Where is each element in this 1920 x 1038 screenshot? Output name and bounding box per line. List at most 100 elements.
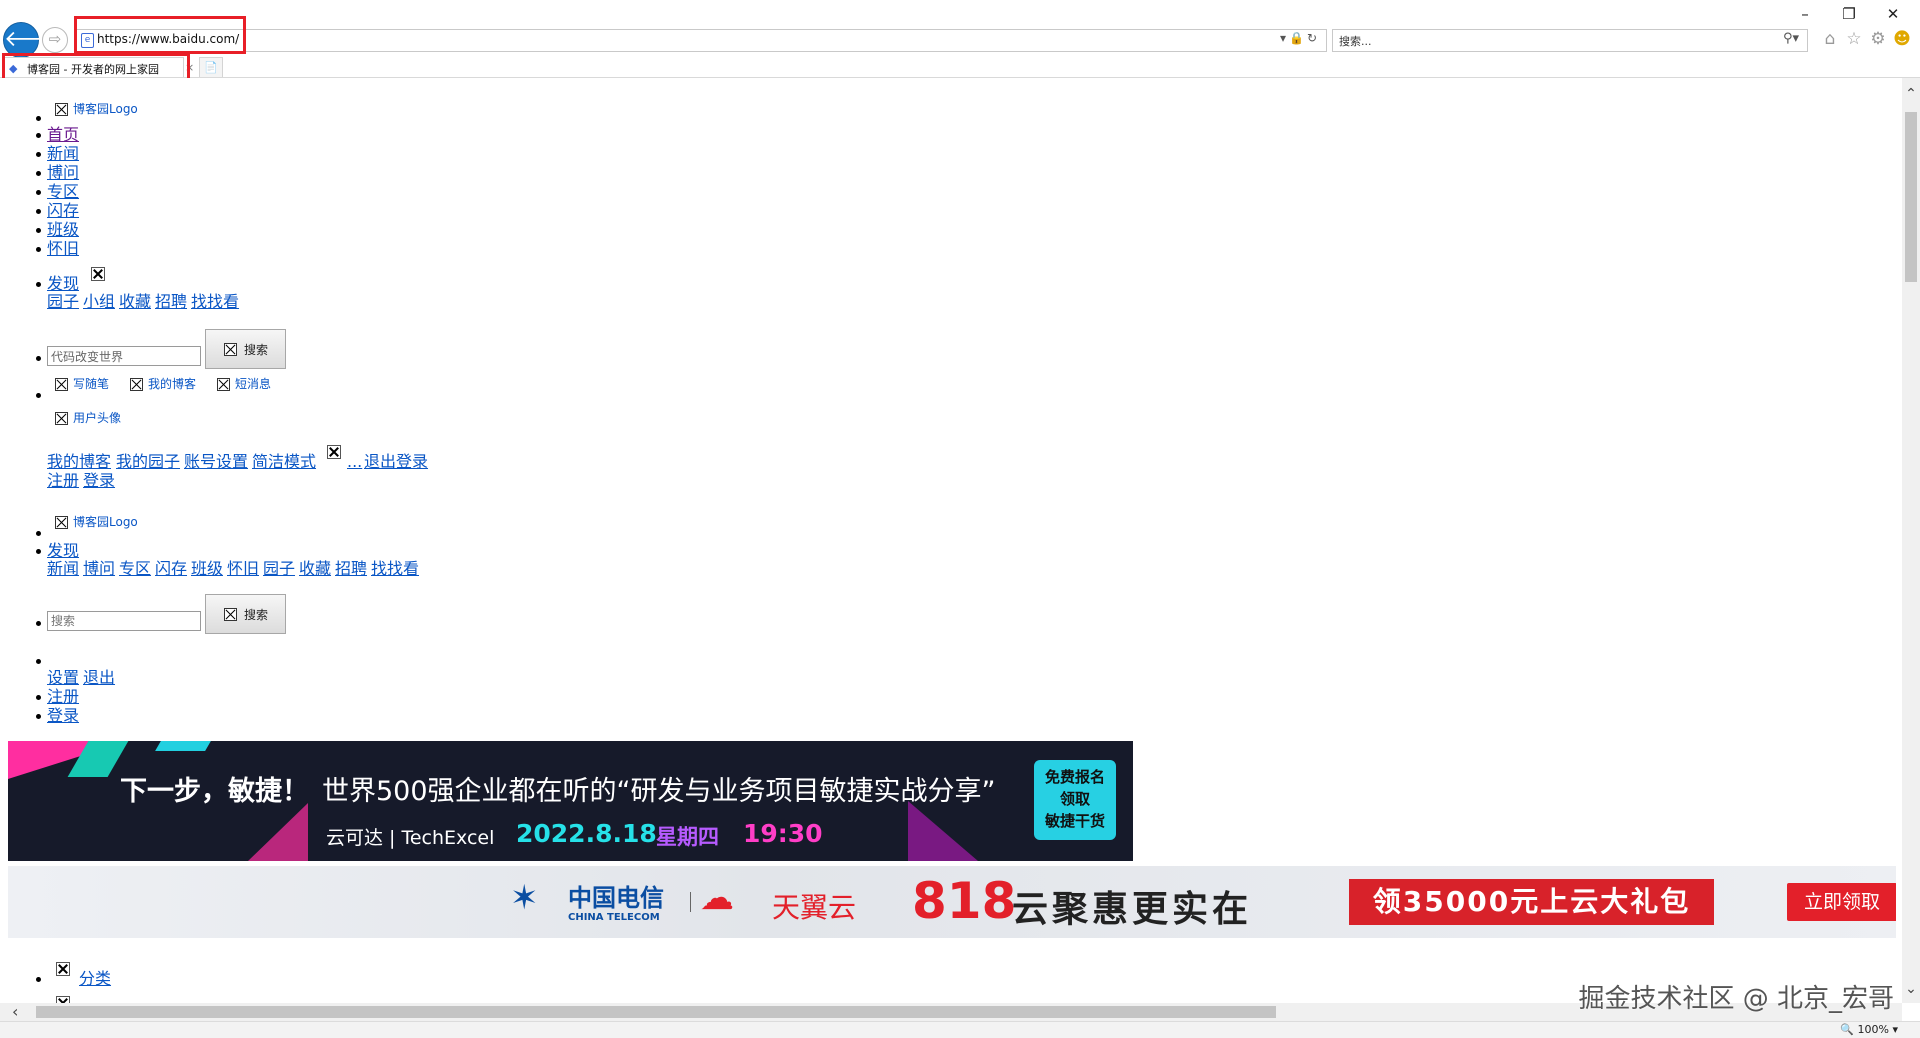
new-tab-icon: 📄	[204, 61, 218, 74]
scroll-up-icon[interactable]: ⌃	[1902, 86, 1920, 102]
banner-title: 下一步，敏捷！	[120, 776, 309, 807]
ad-banner-telecom[interactable]: ✶ 中国电信 CHINA TELECOM ☁ 天翼云 818 云聚惠更实在 领3…	[8, 866, 1896, 938]
user-menu-simple-mode[interactable]: 简洁模式	[252, 452, 316, 471]
user-menu-my-blog[interactable]: 我的博客	[47, 452, 111, 471]
smiley-feedback-icon[interactable]: ☻	[1892, 28, 1912, 50]
tianyi-cloud-logo-icon: ☁	[700, 878, 734, 918]
nav2-discover[interactable]: 发现	[47, 541, 79, 560]
site-search-button[interactable]: 搜索	[205, 329, 286, 369]
new-tab-button[interactable]: 📄	[199, 57, 223, 79]
list-bullet	[36, 282, 41, 287]
settings-link[interactable]: 设置	[47, 668, 79, 687]
browser-search-placeholder[interactable]: 搜索...	[1339, 33, 1372, 49]
nav2-sub-qa[interactable]: 博问	[83, 559, 115, 578]
list-bullet	[36, 549, 41, 554]
list-bullet	[36, 228, 41, 233]
broken-image-icon	[55, 412, 68, 425]
list-bullet	[36, 152, 41, 157]
discover-sub-group[interactable]: 小组	[83, 292, 115, 311]
logo-alt-text: 博客园Logo	[73, 102, 138, 116]
list-bullet	[36, 190, 41, 195]
logo-image-broken-2[interactable]: 博客园Logo	[55, 513, 138, 530]
short-message-link[interactable]: 短消息	[217, 375, 271, 392]
china-telecom-name: 中国电信	[568, 884, 664, 912]
vertical-scrollbar[interactable]: ⌃ ⌄	[1902, 78, 1920, 1003]
home-icon[interactable]: ⌂	[1820, 28, 1840, 50]
horizontal-scroll-thumb[interactable]	[36, 1006, 1276, 1018]
browser-search-box[interactable]: 搜索... ⚲▾	[1332, 29, 1808, 52]
china-telecom-logo-icon: ✶	[510, 878, 539, 918]
site-search-input[interactable]	[47, 346, 201, 366]
refresh-icon[interactable]: ↻	[1307, 31, 1320, 45]
login-link-2[interactable]: 登录	[47, 706, 79, 725]
nav-item-class[interactable]: 班级	[47, 220, 79, 239]
logout-dots[interactable]: ...	[347, 452, 362, 471]
list-bullet	[36, 714, 41, 719]
discover-sub-favorites[interactable]: 收藏	[119, 292, 151, 311]
nav-discover[interactable]: 发现	[47, 274, 79, 293]
user-avatar-link[interactable]: 用户头像	[55, 409, 121, 426]
favorites-star-icon[interactable]: ☆	[1844, 28, 1864, 50]
my-blog-link[interactable]: 我的博客	[130, 375, 196, 392]
short-message-label: 短消息	[235, 377, 272, 391]
scroll-down-icon[interactable]: ⌄	[1902, 981, 1920, 997]
user-menu-account-settings[interactable]: 账号设置	[184, 452, 248, 471]
user-menu-my-garden[interactable]: 我的园子	[116, 452, 180, 471]
nav2-sub-class[interactable]: 班级	[191, 559, 223, 578]
nav2-sub-news[interactable]: 新闻	[47, 559, 79, 578]
minimize-button[interactable]: –	[1788, 4, 1822, 24]
nav2-sub-favorites[interactable]: 收藏	[299, 559, 331, 578]
vertical-scroll-thumb[interactable]	[1905, 112, 1917, 282]
list-bullet	[36, 393, 41, 398]
promo-slogan: 云聚惠更实在	[1012, 889, 1253, 930]
discover-sub-jobs[interactable]: 招聘	[155, 292, 187, 311]
close-window-button[interactable]: ✕	[1876, 4, 1910, 24]
search-icon[interactable]: ⚲▾	[1783, 31, 1799, 46]
list-bullet	[36, 247, 41, 252]
forward-button[interactable]: ⇨	[42, 27, 68, 53]
list-bullet	[36, 621, 41, 626]
broken-image-icon	[56, 996, 70, 1003]
banner-decoration	[155, 741, 211, 751]
discover-sub-search[interactable]: 找找看	[191, 292, 239, 311]
nav2-sub-zone[interactable]: 专区	[119, 559, 151, 578]
nav-item-home[interactable]: 首页	[47, 125, 79, 144]
address-tools: ▾🔒↻	[1280, 31, 1320, 45]
list-bullet	[36, 209, 41, 214]
broken-image-icon	[224, 608, 237, 621]
restore-button[interactable]: ❐	[1832, 4, 1866, 24]
logout-link[interactable]: 退出登录	[364, 452, 428, 471]
site-search-input-2[interactable]	[47, 611, 201, 631]
site-search-button-2[interactable]: 搜索	[205, 594, 286, 634]
scroll-left-icon[interactable]: ‹	[12, 1003, 18, 1021]
logout-link-2[interactable]: 退出	[83, 668, 115, 687]
claim-now-button[interactable]: 立即领取	[1787, 883, 1896, 921]
dropdown-icon[interactable]: ▾	[1280, 31, 1289, 45]
register-link-2[interactable]: 注册	[47, 687, 79, 706]
nav-item-zone[interactable]: 专区	[47, 182, 79, 201]
write-post-link[interactable]: 写随笔	[55, 375, 109, 392]
settings-gear-icon[interactable]: ⚙	[1868, 28, 1888, 50]
logo-image-broken[interactable]: 博客园Logo	[55, 100, 138, 117]
nav2-sub-search[interactable]: 找找看	[371, 559, 419, 578]
nav2-sub-flash[interactable]: 闪存	[155, 559, 187, 578]
discover-sub-garden[interactable]: 园子	[47, 292, 79, 311]
zoom-level[interactable]: 🔍 100% ▾	[1840, 1023, 1898, 1036]
nav2-sub-jobs[interactable]: 招聘	[335, 559, 367, 578]
ad-banner-agile[interactable]: 下一步，敏捷！ 世界500强企业都在听的“研发与业务项目敏捷实战分享” 云可达 …	[8, 741, 1133, 861]
banner-register-button[interactable]: 免费报名 领取 敏捷干货	[1034, 760, 1116, 840]
nav-item-flash[interactable]: 闪存	[47, 201, 79, 220]
nav-item-news[interactable]: 新闻	[47, 144, 79, 163]
lock-icon[interactable]: 🔒	[1289, 31, 1307, 45]
register-link[interactable]: 注册	[47, 471, 79, 490]
nav-item-qa[interactable]: 博问	[47, 163, 79, 182]
nav2-sub-retro[interactable]: 怀旧	[227, 559, 259, 578]
nav-item-retro[interactable]: 怀旧	[47, 239, 79, 258]
nav2-sub-garden[interactable]: 园子	[263, 559, 295, 578]
address-bar[interactable]: e https://www.baidu.com/ ▾🔒↻	[75, 29, 1327, 52]
banner-sponsor-logos: 云可达 | TechExcel	[326, 827, 495, 849]
category-link[interactable]: 分类	[79, 969, 111, 988]
broken-image-icon	[327, 445, 341, 459]
login-link[interactable]: 登录	[83, 471, 115, 490]
list-bullet	[36, 977, 41, 982]
